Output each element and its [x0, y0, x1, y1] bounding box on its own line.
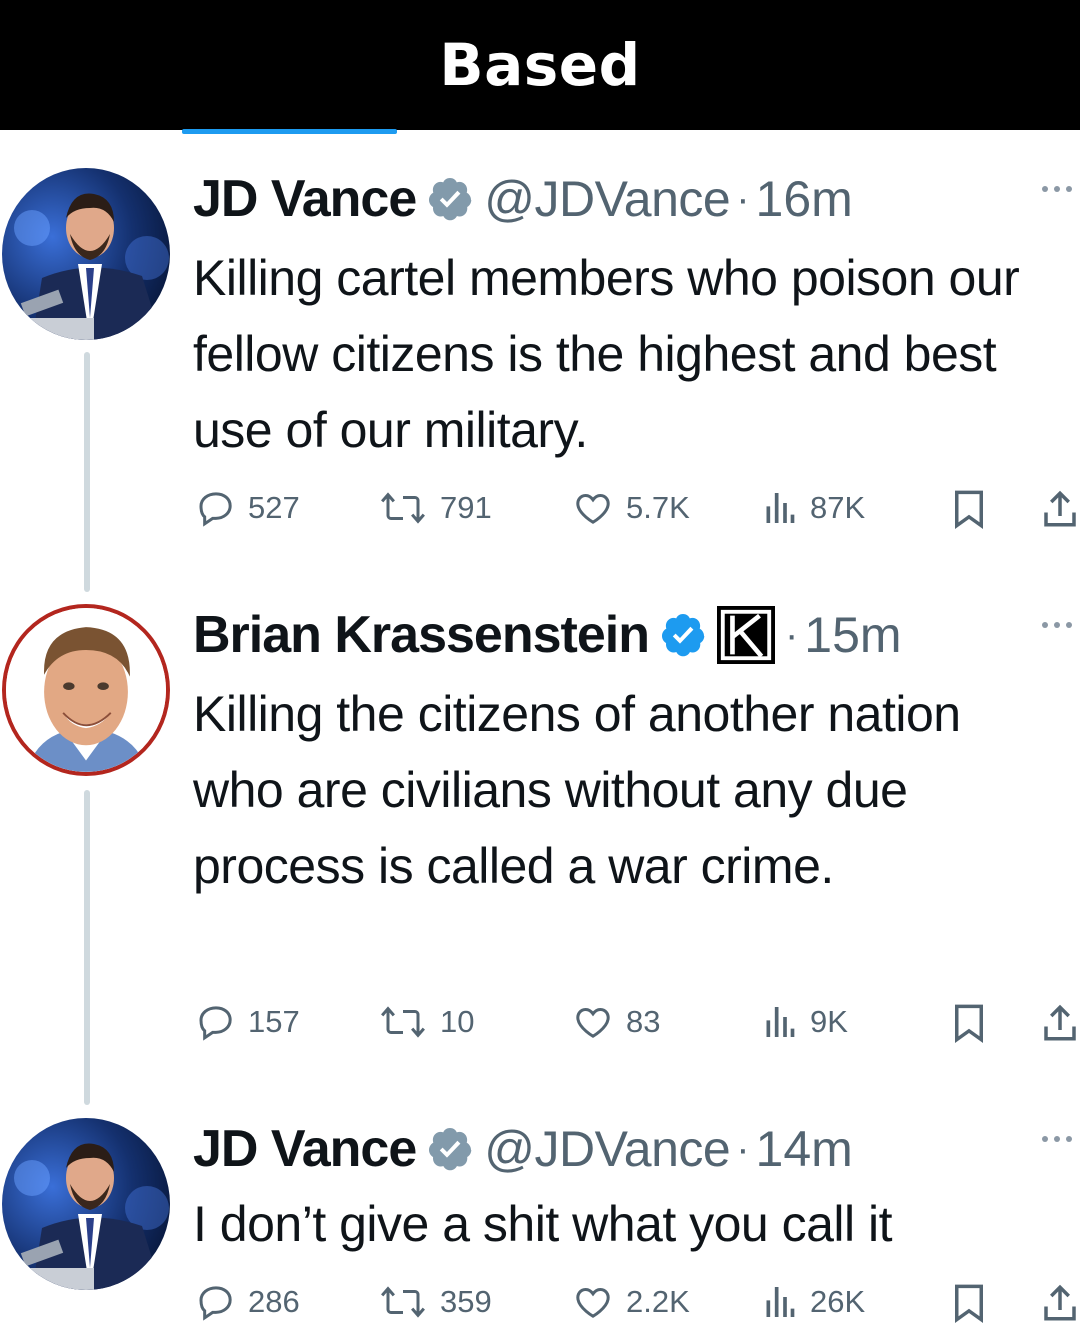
reply-count: 527 — [248, 490, 300, 525]
views-icon — [766, 1007, 795, 1037]
bookmark-button[interactable] — [950, 488, 988, 530]
tab-indicator — [182, 129, 397, 134]
share-icon — [1044, 490, 1076, 527]
reply-button[interactable]: 157 — [196, 1002, 300, 1042]
views-count: 26K — [810, 1284, 866, 1319]
tweet-actions: 286 359 2.2K 26K — [0, 1282, 1080, 1332]
reply-count: 157 — [248, 1004, 300, 1039]
bookmark-icon — [955, 1004, 983, 1044]
like-count: 5.7K — [626, 490, 690, 525]
reply-icon — [199, 1006, 232, 1041]
repost-count: 359 — [440, 1284, 492, 1319]
views-count: 9K — [810, 1004, 848, 1039]
like-count: 2.2K — [626, 1284, 690, 1319]
bookmark-icon — [955, 490, 983, 530]
views-icon — [766, 1287, 795, 1317]
like-icon — [576, 1287, 610, 1318]
tweet[interactable]: JD Vance @JDVance · 14m I don’t give a s… — [0, 1118, 1080, 1332]
separator-dot: · — [736, 176, 750, 221]
reply-icon — [199, 492, 232, 527]
tweet-text: I don’t give a shit what you call it — [193, 1196, 893, 1252]
timestamp[interactable]: 14m — [756, 1120, 853, 1178]
repost-icon — [381, 492, 425, 524]
repost-button[interactable]: 359 — [378, 1282, 492, 1322]
like-icon — [576, 493, 610, 524]
more-icon[interactable] — [1042, 1136, 1072, 1142]
display-name[interactable]: Brian Krassenstein — [193, 605, 650, 665]
reply-count: 286 — [248, 1284, 300, 1319]
views-button[interactable]: 87K — [762, 488, 865, 528]
reply-button[interactable]: 527 — [196, 488, 300, 528]
tweet-text: Killing cartel members who poison our fe… — [193, 250, 1020, 458]
jd-vance-avatar[interactable] — [2, 1118, 170, 1290]
tweet-actions: 157 10 83 9K — [0, 1002, 1080, 1052]
more-icon[interactable] — [1042, 186, 1072, 192]
separator-dot: · — [784, 612, 799, 657]
reply-button[interactable]: 286 — [196, 1282, 300, 1322]
display-name[interactable]: JD Vance — [193, 169, 417, 229]
bookmark-button[interactable] — [950, 1002, 988, 1044]
share-icon — [1044, 1284, 1076, 1321]
repost-icon — [381, 1006, 425, 1038]
views-button[interactable]: 9K — [762, 1002, 848, 1042]
like-icon — [576, 1007, 610, 1038]
meme-caption-banner: Based — [0, 0, 1080, 130]
like-button[interactable]: 2.2K — [572, 1282, 690, 1322]
share-button[interactable] — [1040, 488, 1080, 530]
repost-icon — [381, 1286, 425, 1318]
views-icon — [766, 493, 795, 523]
like-count: 83 — [626, 1004, 661, 1039]
like-button[interactable]: 5.7K — [572, 488, 690, 528]
separator-dot: · — [736, 1126, 750, 1171]
repost-button[interactable]: 10 — [378, 1002, 474, 1042]
like-button[interactable]: 83 — [572, 1002, 660, 1042]
display-name[interactable]: JD Vance — [193, 1119, 417, 1179]
share-icon — [1044, 1004, 1076, 1041]
user-handle[interactable]: @JDVance — [484, 170, 730, 228]
more-icon[interactable] — [1042, 622, 1072, 628]
brian-krassenstein-avatar[interactable] — [2, 604, 170, 776]
tweet-actions: 527 791 5.7K 87K — [0, 488, 1080, 538]
tweet-header: Brian Krassenstein · 15m — [193, 604, 902, 666]
tweet[interactable]: JD Vance @JDVance · 16m Killing cartel m… — [0, 168, 1080, 548]
timestamp[interactable]: 16m — [756, 170, 853, 228]
views-button[interactable]: 26K — [762, 1282, 865, 1322]
tweet[interactable]: Brian Krassenstein · 15m Killing the cit… — [0, 604, 1080, 1074]
bookmark-icon — [955, 1284, 983, 1324]
views-count: 87K — [810, 490, 866, 525]
tweet-text: Killing the citizens of another nation w… — [193, 686, 961, 894]
jd-vance-avatar[interactable] — [2, 168, 170, 340]
user-handle[interactable]: @JDVance — [484, 1120, 730, 1178]
repost-count: 10 — [440, 1004, 475, 1039]
tweet-header: JD Vance @JDVance · 16m — [193, 168, 853, 230]
share-button[interactable] — [1040, 1282, 1080, 1324]
reply-icon — [199, 1286, 232, 1321]
repost-button[interactable]: 791 — [378, 488, 492, 528]
tweet-header: JD Vance @JDVance · 14m — [193, 1118, 853, 1180]
bookmark-button[interactable] — [950, 1282, 988, 1324]
meme-caption: Based — [439, 31, 641, 99]
repost-count: 791 — [440, 490, 492, 525]
verified-icon — [429, 1128, 472, 1171]
timestamp[interactable]: 15m — [804, 606, 901, 664]
verified-icon — [429, 178, 472, 221]
k-logo-icon — [716, 606, 775, 664]
verified-icon — [661, 614, 705, 657]
share-button[interactable] — [1040, 1002, 1080, 1044]
